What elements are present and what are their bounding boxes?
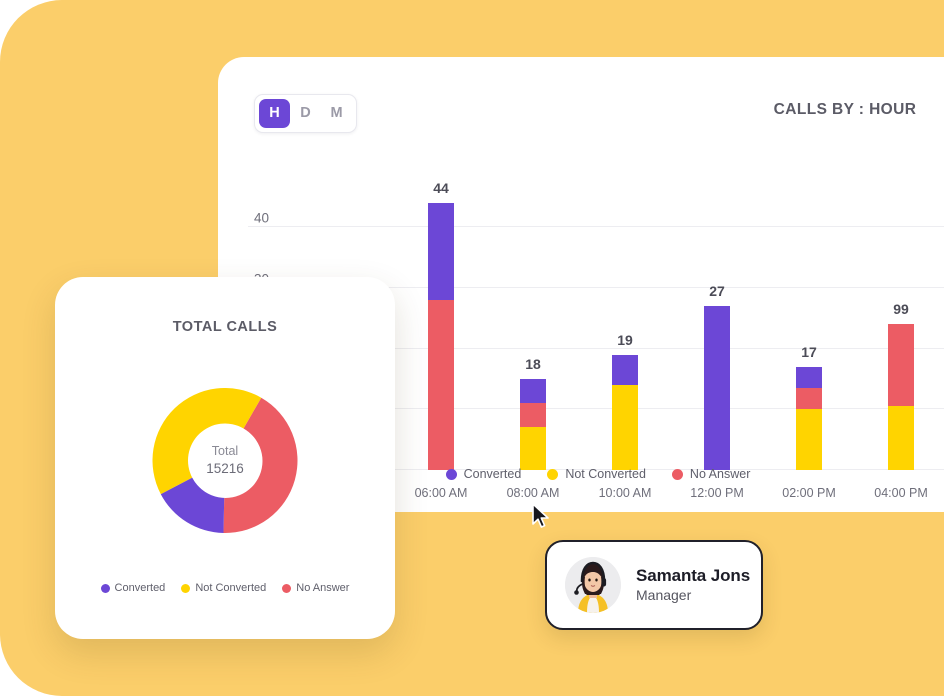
bar-stack[interactable] — [796, 366, 822, 470]
bar-segment-not-converted — [888, 406, 914, 470]
legend-dot-no-answer-icon — [671, 468, 683, 480]
donut-center-readout: Total 15216 — [188, 423, 262, 498]
x-tick-label: 12:00 PM — [690, 486, 744, 500]
x-tick-label: 04:00 PM — [874, 486, 928, 500]
donut-legend-item-no-answer[interactable]: No Answer — [282, 582, 349, 594]
legend-item-no-answer[interactable]: No Answer — [671, 467, 751, 481]
x-tick-label: 02:00 PM — [782, 486, 836, 500]
bar-segment-no-answer — [888, 324, 914, 407]
bar-value-label: 99 — [893, 301, 909, 318]
period-button-d[interactable]: D — [290, 99, 321, 128]
bar-value-label: 19 — [617, 331, 633, 348]
legend-item-converted[interactable]: Converted — [445, 467, 522, 481]
donut-chart-title: TOTAL CALLS — [172, 319, 278, 335]
bar-value-label: 27 — [709, 282, 725, 299]
donut-legend-label-not-converted: Not Converted — [195, 582, 267, 594]
donut-legend-label-converted: Converted — [114, 582, 166, 594]
bar-stack[interactable] — [520, 378, 546, 470]
x-tick-label: 06:00 AM — [414, 486, 468, 500]
donut-chart-legend: Converted Not Converted No Answer — [55, 582, 395, 594]
legend-label-converted: Converted — [463, 467, 522, 481]
bar-column: 27 12:00 PM — [672, 177, 762, 500]
profile-text: Samanta Jons Manager — [636, 565, 750, 606]
avatar-photo-icon — [565, 557, 621, 613]
bar-segment-converted — [704, 305, 730, 470]
bar-value-label: 44 — [433, 179, 449, 196]
x-tick-label: 10:00 AM — [598, 486, 652, 500]
donut-legend-dot-no-answer-icon — [282, 583, 292, 593]
legend-label-no-answer: No Answer — [689, 467, 751, 481]
donut-legend-dot-not-converted-icon — [181, 583, 191, 593]
profile-name: Samanta Jons — [636, 565, 751, 585]
bar-stack[interactable] — [888, 324, 914, 470]
total-calls-card: TOTAL CALLS Total 15216 Converted Not Co… — [55, 277, 395, 639]
bar-column: 19 10:00 AM — [580, 177, 670, 500]
bar-segment-no-answer — [796, 388, 822, 410]
bar-segment-no-answer — [520, 403, 546, 428]
bar-segment-converted — [520, 378, 546, 404]
bar-segment-converted — [428, 202, 454, 300]
bar-column: 18 08:00 AM — [488, 177, 578, 500]
legend-dot-converted-icon — [445, 468, 457, 480]
bar-stack[interactable] — [612, 354, 638, 470]
legend-item-not-converted[interactable]: Not Converted — [547, 467, 646, 481]
period-toggle-group[interactable]: H D M — [254, 94, 357, 133]
bar-segment-converted — [796, 366, 822, 388]
donut-legend-item-converted[interactable]: Converted — [100, 582, 166, 594]
bar-stack[interactable] — [704, 305, 730, 470]
bar-segment-not-converted — [796, 409, 822, 470]
donut-legend-item-not-converted[interactable]: Not Converted — [181, 582, 266, 594]
bar-column: 99 04:00 PM — [856, 177, 944, 500]
donut-legend-dot-converted-icon — [100, 583, 110, 593]
bar-column: 44 06:00 AM — [396, 177, 486, 500]
user-profile-card[interactable]: Samanta Jons Manager — [545, 540, 763, 630]
donut-center-label: Total — [211, 443, 239, 458]
screenshot-root: H D M CALLS BY : HOUR 3040 4406:00 AM180… — [0, 0, 944, 696]
bar-segment-not-converted — [612, 384, 638, 470]
bar-segment-not-converted — [520, 427, 546, 470]
x-tick-label: 08:00 AM — [506, 486, 560, 500]
period-button-h[interactable]: H — [259, 99, 290, 128]
bar-chart-title: CALLS BY : HOUR — [773, 101, 917, 118]
bar-series-container: 44 06:00 AM 18 08:00 AM 19 10:00 AM 27 12:00 PM… — [396, 177, 944, 500]
bar-column: 17 02:00 PM — [764, 177, 854, 500]
donut-center-value: 15216 — [206, 460, 244, 476]
y-tick-label-40: 40 — [254, 210, 270, 226]
bar-value-label: 17 — [801, 343, 817, 360]
bar-value-label: 18 — [525, 355, 541, 372]
period-button-m[interactable]: M — [321, 99, 352, 128]
donut-chart[interactable]: Total 15216 — [152, 388, 298, 533]
bar-segment-converted — [612, 354, 638, 385]
profile-role: Manager — [636, 586, 692, 603]
avatar — [565, 557, 621, 613]
legend-dot-not-converted-icon — [547, 468, 559, 480]
donut-legend-label-no-answer: No Answer — [296, 582, 350, 594]
bar-stack[interactable] — [428, 202, 454, 470]
legend-label-not-converted: Not Converted — [565, 467, 646, 481]
bar-segment-no-answer — [428, 299, 454, 470]
